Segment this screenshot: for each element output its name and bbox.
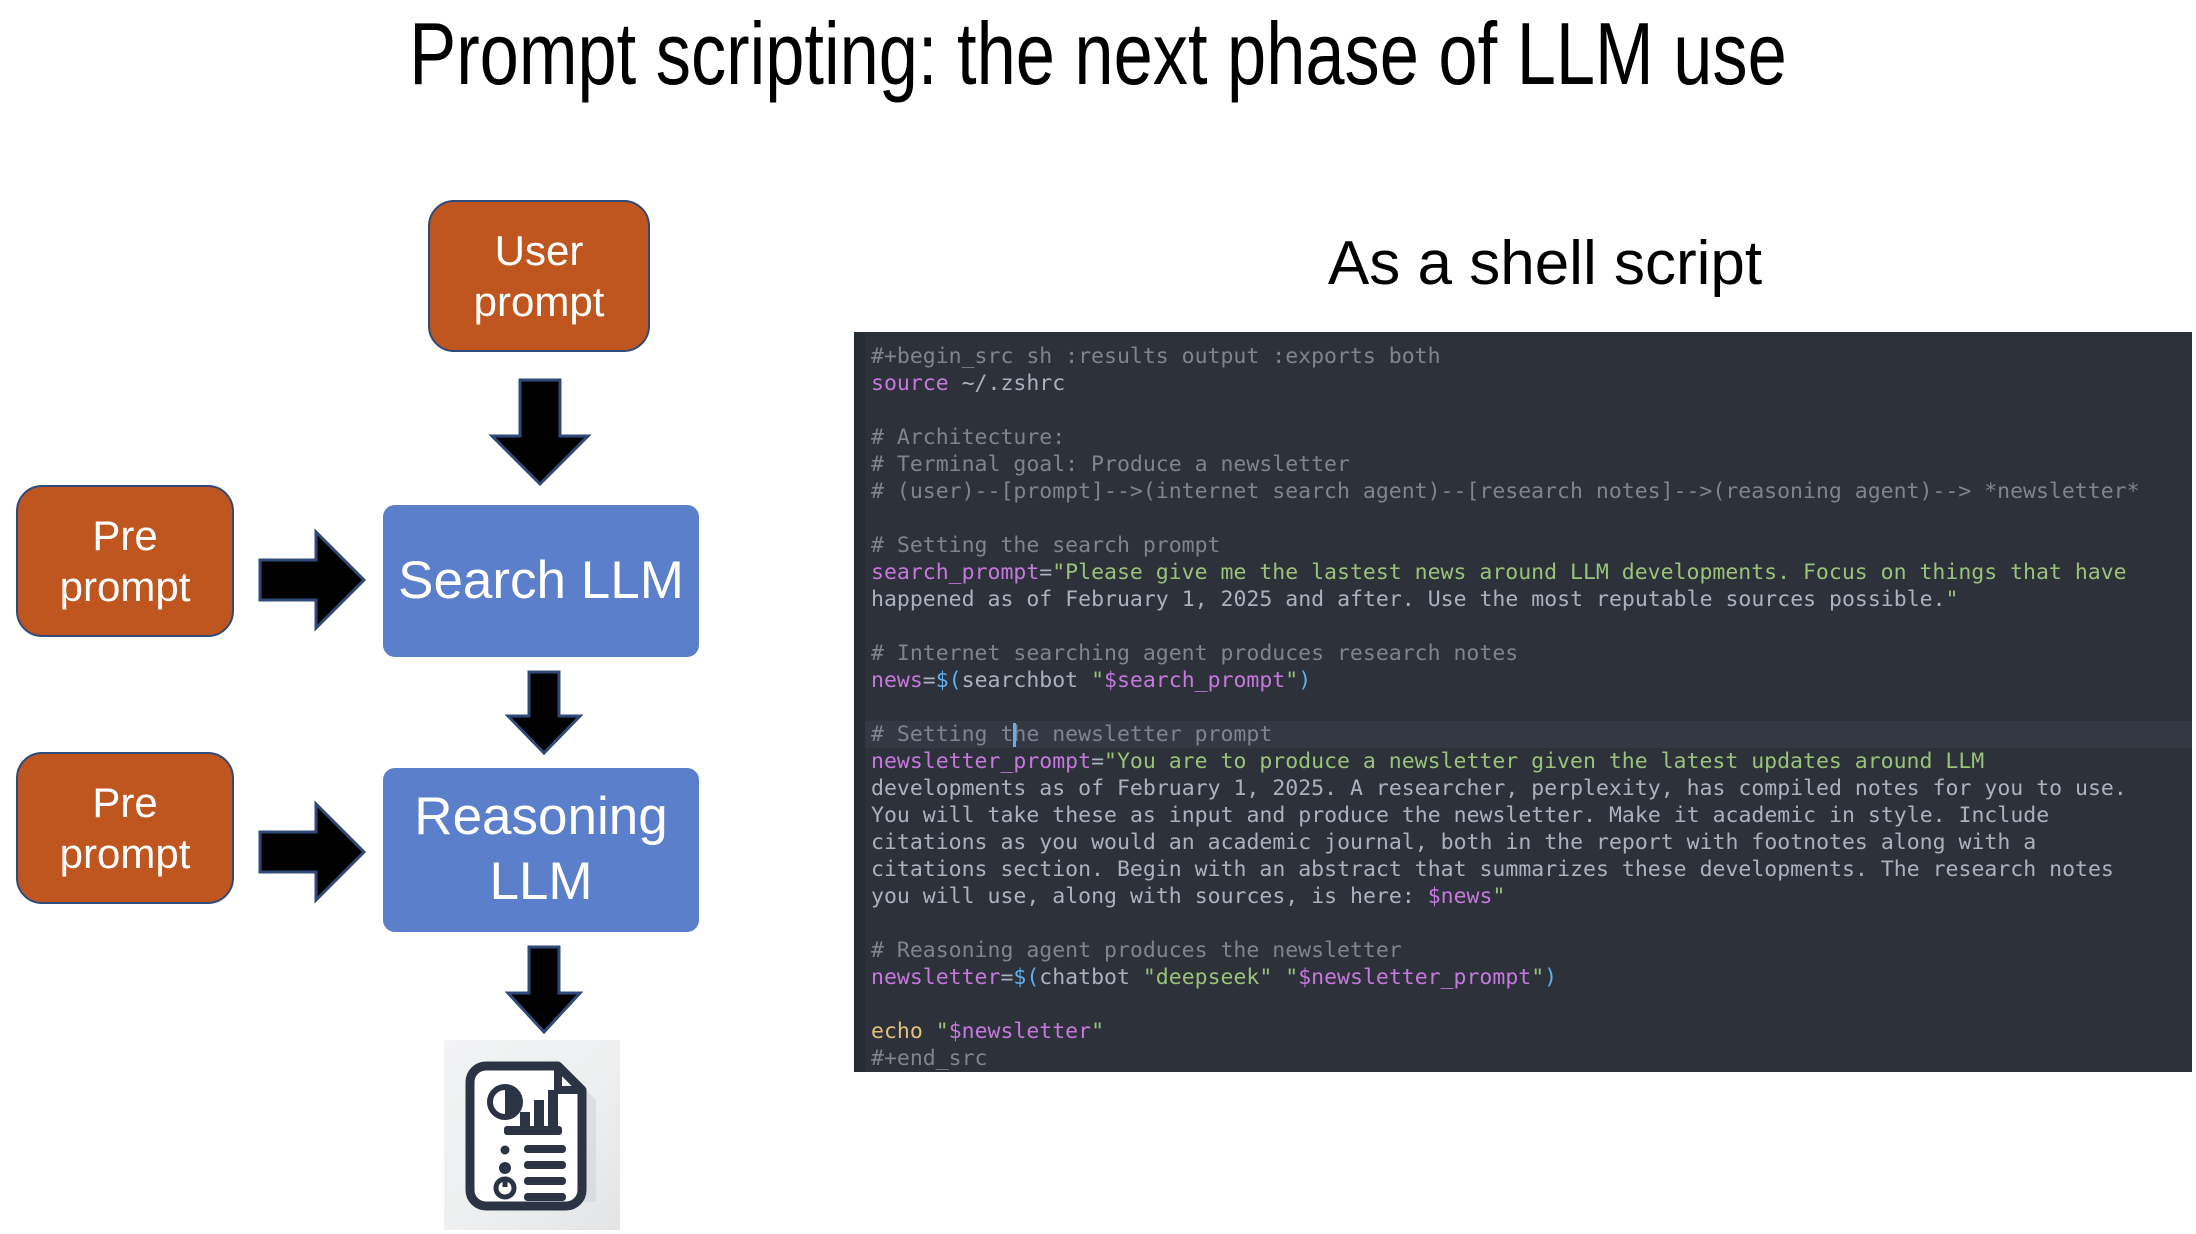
arrow-user-to-search	[488, 378, 592, 488]
node-label-line2: prompt	[59, 563, 191, 610]
diagram-node-user-prompt: User prompt	[428, 200, 650, 352]
text-caret	[1013, 723, 1017, 747]
shell-script-code-block[interactable]: #+begin_src sh :results output :exports …	[854, 332, 2192, 1072]
arrow-pre-prompt-2-to-reasoning-llm	[258, 800, 368, 904]
diagram-node-pre-prompt-1: Pre prompt	[16, 485, 234, 637]
diagram-node-search-llm: Search LLM	[383, 505, 699, 657]
code-surface[interactable]: #+begin_src sh :results output :exports …	[865, 332, 2192, 1072]
node-label-line2: prompt	[473, 278, 605, 325]
node-label-line1: Search LLM	[398, 550, 684, 610]
node-label-line2: LLM	[489, 852, 593, 911]
architecture-diagram: User prompt Pre prompt Search LLM Pre pr…	[0, 0, 760, 1234]
arrow-search-llm-to-reasoning-llm	[505, 670, 583, 756]
code-text[interactable]: #+begin_src sh :results output :exports …	[865, 332, 2140, 1072]
arrow-reasoning-llm-to-output	[505, 945, 583, 1035]
node-label-line1: Reasoning	[414, 787, 668, 847]
node-label-line1: Pre	[92, 511, 158, 559]
report-document-icon	[444, 1040, 620, 1230]
node-label-line2: prompt	[59, 830, 191, 877]
code-gutter	[854, 332, 865, 1072]
node-label-line1: Pre	[92, 778, 158, 826]
shell-script-heading: As a shell script	[1327, 229, 1763, 298]
arrow-pre-prompt-1-to-search-llm	[258, 528, 368, 632]
diagram-node-reasoning-llm: Reasoning LLM	[383, 768, 699, 932]
node-label-line1: User	[494, 226, 584, 274]
diagram-node-pre-prompt-2: Pre prompt	[16, 752, 234, 904]
